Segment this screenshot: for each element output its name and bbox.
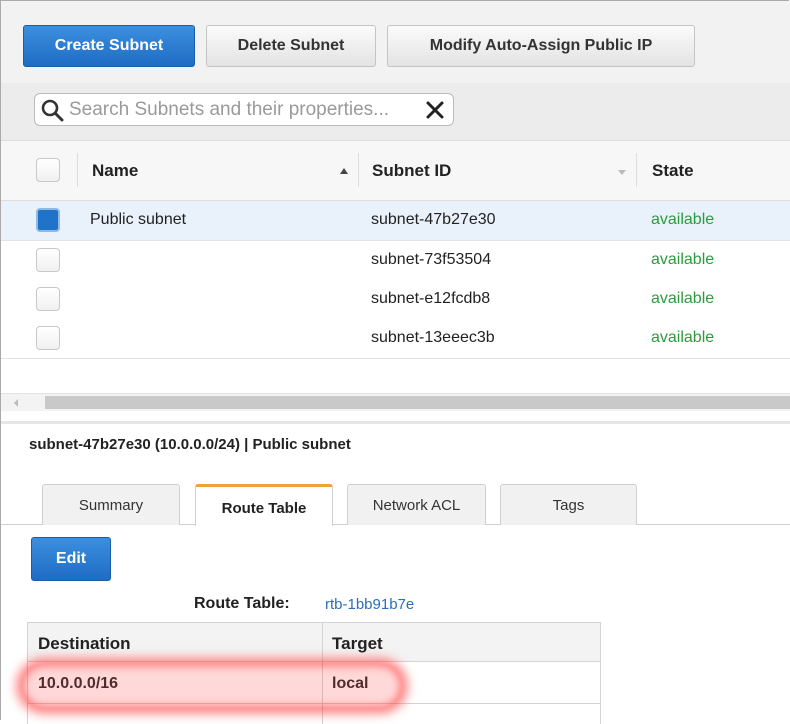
pane-divider[interactable]	[1, 421, 790, 424]
row-checkbox[interactable]	[36, 287, 60, 311]
tab-summary[interactable]: Summary	[42, 484, 180, 525]
route-target: local	[332, 675, 369, 692]
scroll-left-icon[interactable]	[14, 399, 18, 407]
delete-subnet-button[interactable]: Delete Subnet	[206, 25, 376, 67]
table-row-partial	[27, 704, 601, 724]
subnet-id: subnet-47b27e30	[371, 211, 496, 228]
column-divider	[322, 662, 323, 703]
subnet-state: available	[651, 251, 715, 268]
select-all-checkbox[interactable]	[36, 158, 60, 182]
close-icon[interactable]	[425, 100, 445, 120]
create-subnet-button[interactable]: Create Subnet	[23, 25, 195, 67]
subnet-state: available	[651, 329, 715, 346]
table-row: 10.0.0.0/16 local	[27, 662, 601, 704]
column-divider	[77, 153, 78, 187]
subnet-name: Public subnet	[90, 211, 187, 228]
modify-auto-assign-ip-button[interactable]: Modify Auto-Assign Public IP	[387, 25, 695, 67]
edit-button[interactable]: Edit	[31, 537, 111, 581]
tab-network-acl[interactable]: Network ACL	[347, 484, 486, 525]
column-divider	[322, 623, 323, 661]
search-icon	[41, 99, 64, 122]
table-row[interactable]: subnet-e12fcdb8 available	[1, 280, 790, 320]
search-input[interactable]	[69, 98, 419, 122]
horizontal-scrollbar[interactable]	[1, 393, 790, 411]
column-header-state[interactable]: State	[652, 161, 694, 181]
column-header-name[interactable]: Name	[92, 161, 138, 181]
sort-indicator-icon[interactable]	[618, 170, 626, 175]
row-checkbox[interactable]	[36, 326, 60, 350]
sort-ascending-icon[interactable]	[340, 168, 348, 174]
table-row[interactable]: subnet-73f53504 available	[1, 241, 790, 281]
row-checkbox[interactable]	[36, 208, 60, 232]
routes-table-header: Destination Target	[27, 622, 601, 662]
column-divider	[358, 153, 359, 187]
toolbar: Create Subnet Delete Subnet Modify Auto-…	[1, 1, 790, 84]
subnet-id: subnet-e12fcdb8	[371, 290, 491, 307]
table-row[interactable]: subnet-13eeec3b available	[1, 319, 790, 359]
route-table-label: Route Table:	[194, 595, 290, 612]
column-header-destination: Destination	[38, 634, 131, 653]
search-box[interactable]	[34, 93, 454, 126]
tab-tags[interactable]: Tags	[500, 484, 637, 525]
column-divider	[636, 153, 637, 187]
scrollbar-thumb[interactable]	[45, 396, 790, 409]
subnet-id: subnet-73f53504	[371, 251, 492, 268]
tab-route-table[interactable]: Route Table	[195, 484, 333, 526]
column-header-subnet-id[interactable]: Subnet ID	[372, 161, 451, 181]
row-checkbox[interactable]	[36, 248, 60, 272]
column-divider	[322, 704, 323, 724]
table-row[interactable]: Public subnet subnet-47b27e30 available	[1, 201, 790, 241]
detail-title: subnet-47b27e30 (10.0.0.0/24) | Public s…	[29, 436, 351, 453]
subnet-id: subnet-13eeec3b	[371, 329, 495, 346]
subnet-state: available	[651, 290, 715, 307]
search-bar	[1, 83, 790, 141]
subnet-state: available	[651, 211, 715, 228]
route-destination: 10.0.0.0/16	[38, 675, 119, 692]
route-table-link[interactable]: rtb-1bb91b7e	[325, 596, 414, 613]
subnet-table-header: Name Subnet ID State	[1, 141, 790, 201]
column-header-target: Target	[332, 634, 383, 653]
